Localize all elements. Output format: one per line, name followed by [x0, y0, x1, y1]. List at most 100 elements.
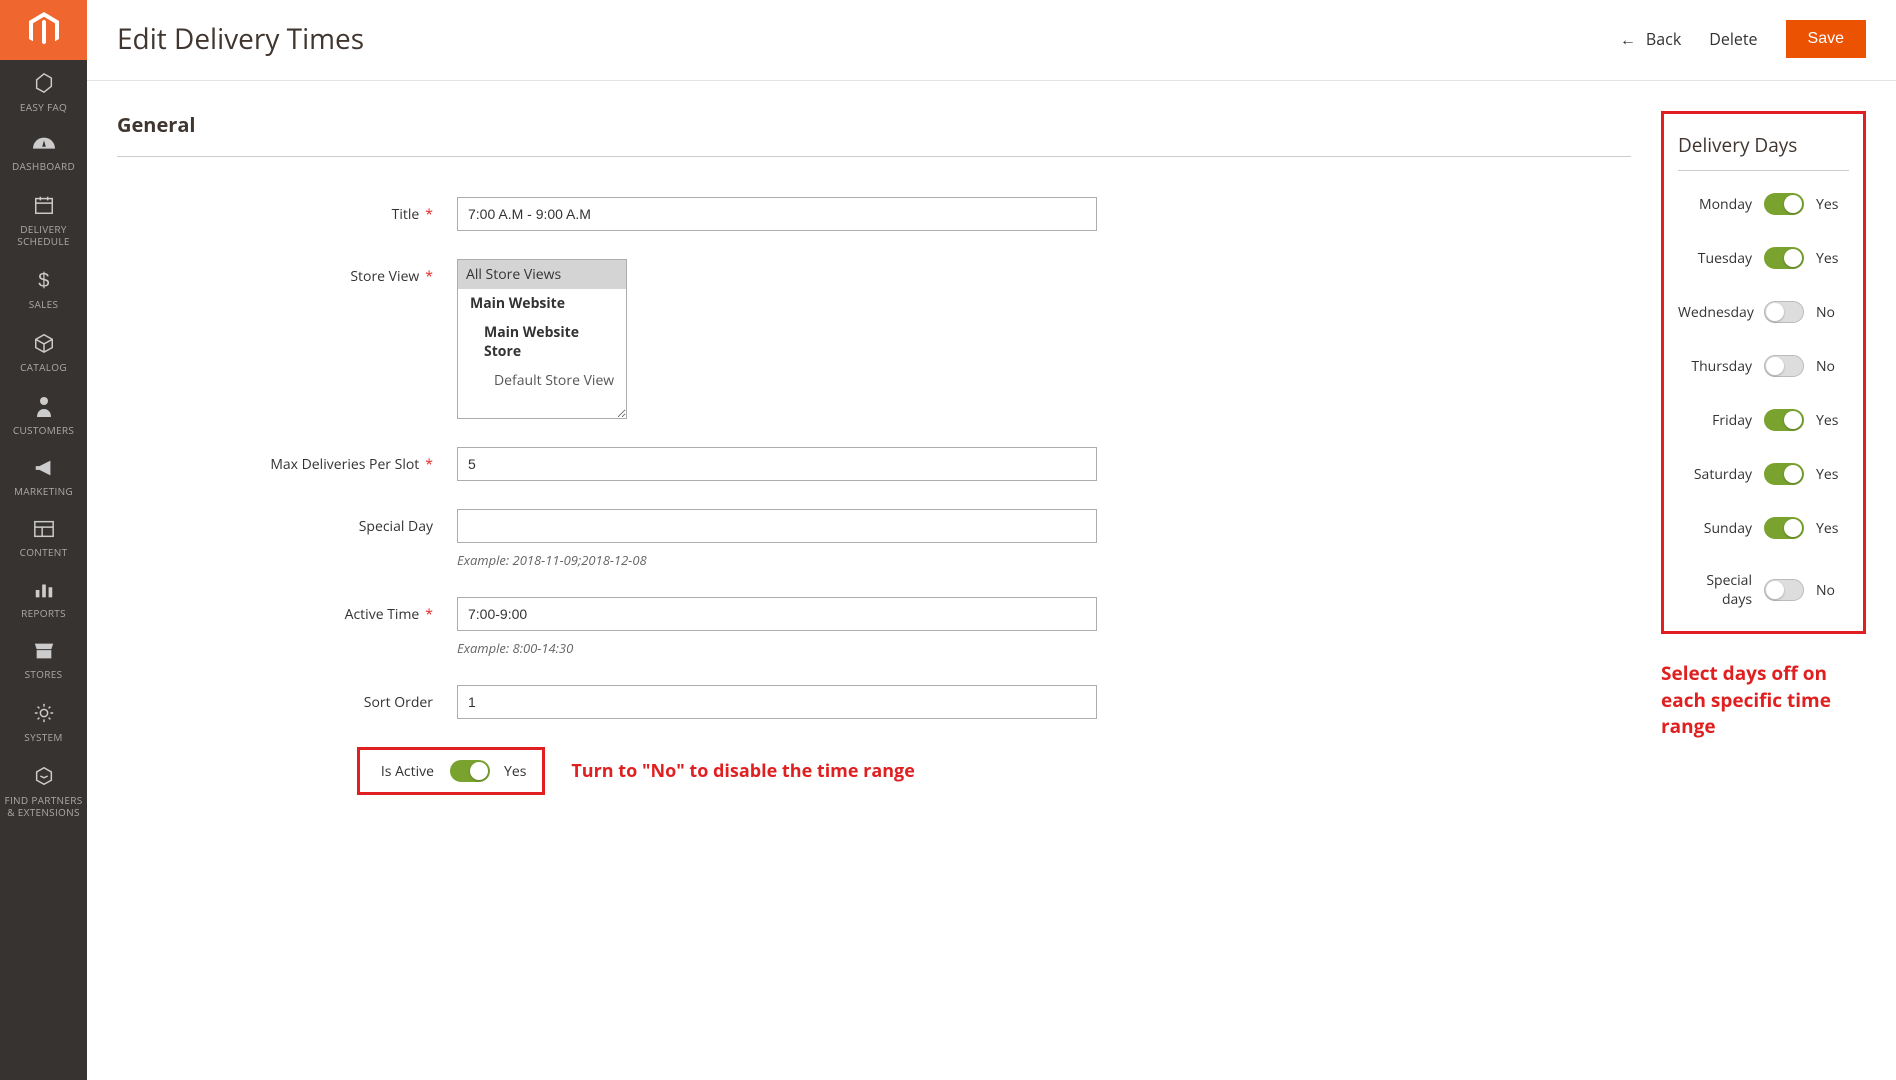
sidebar-item-delivery-schedule[interactable]: DELIVERY SCHEDULE: [0, 182, 87, 257]
save-button[interactable]: Save: [1786, 20, 1866, 58]
general-panel: General Title* Store View* All Store Vie…: [117, 111, 1631, 823]
day-value: Yes: [1816, 195, 1838, 214]
calendar-icon: [4, 194, 83, 219]
sidebar-item-dashboard[interactable]: DASHBOARD: [0, 123, 87, 182]
page-title: Edit Delivery Times: [117, 20, 1620, 58]
page-header: Edit Delivery Times ← Back Delete Save: [87, 0, 1896, 81]
day-toggle[interactable]: [1764, 463, 1804, 485]
specialday-input[interactable]: [457, 509, 1097, 543]
sidebar-label: FIND PARTNERS & EXTENSIONS: [4, 794, 83, 818]
day-value: Yes: [1816, 249, 1838, 268]
delivery-day-row: Friday Yes: [1678, 409, 1849, 431]
partners-icon: [4, 765, 83, 790]
day-toggle[interactable]: [1764, 517, 1804, 539]
day-value: Yes: [1816, 465, 1838, 484]
sidebar-item-marketing[interactable]: MARKETING: [0, 446, 87, 507]
megaphone-icon: [4, 458, 83, 481]
sidebar-item-sales[interactable]: $ SALES: [0, 257, 87, 320]
row-specialday: Special Day Example: 2018-11-09;2018-12-…: [117, 509, 1631, 569]
day-label: Friday: [1678, 411, 1764, 430]
annotation-isactive: Turn to "No" to disable the time range: [571, 759, 914, 783]
main-content: Edit Delivery Times ← Back Delete Save G…: [87, 0, 1896, 863]
sidebar-label: SALES: [4, 298, 83, 310]
gauge-icon: [4, 135, 83, 156]
storeview-select[interactable]: All Store Views Main Website Main Websit…: [457, 259, 627, 419]
sidebar-label: EASY FAQ: [4, 101, 83, 113]
activetime-example: Example: 8:00-14:30: [457, 639, 1097, 657]
day-toggle[interactable]: [1764, 409, 1804, 431]
row-storeview: Store View* All Store Views Main Website…: [117, 259, 1631, 419]
storefront-icon: [4, 641, 83, 664]
bar-chart-icon: [4, 580, 83, 603]
isactive-toggle[interactable]: [450, 760, 490, 782]
day-label: Sunday: [1678, 519, 1764, 538]
isactive-value: Yes: [504, 762, 526, 781]
day-toggle[interactable]: [1764, 193, 1804, 215]
store-option[interactable]: Default Store View: [458, 366, 626, 395]
day-toggle[interactable]: [1764, 301, 1804, 323]
day-label: Monday: [1678, 195, 1764, 214]
sidebar-item-customers[interactable]: CUSTOMERS: [0, 383, 87, 446]
layout-icon: [4, 519, 83, 542]
dollar-icon: $: [4, 269, 83, 294]
delivery-days-title: Delivery Days: [1678, 132, 1849, 171]
delivery-day-row: Thursday No: [1678, 355, 1849, 377]
sidebar-label: CUSTOMERS: [4, 424, 83, 436]
right-column: Delivery Days Monday Yes Tuesday Yes Wednesd…: [1661, 111, 1866, 740]
sidebar-item-system[interactable]: SYSTEM: [0, 690, 87, 753]
sidebar-label: MARKETING: [4, 485, 83, 497]
row-activetime: Active Time* Example: 8:00-14:30: [117, 597, 1631, 657]
day-value: Yes: [1816, 411, 1838, 430]
section-title-general: General: [117, 111, 1631, 157]
day-toggle[interactable]: [1764, 355, 1804, 377]
delete-button[interactable]: Delete: [1709, 28, 1757, 50]
sidebar-item-stores[interactable]: STORES: [0, 629, 87, 690]
sidebar-item-content[interactable]: CONTENT: [0, 507, 87, 568]
hexagon-icon: [4, 72, 83, 97]
content-wrapper: General Title* Store View* All Store Vie…: [87, 81, 1896, 863]
label-activetime: Active Time*: [117, 597, 457, 624]
day-toggle[interactable]: [1764, 247, 1804, 269]
day-value: No: [1816, 581, 1835, 600]
delivery-day-row: Special daysNo: [1678, 571, 1849, 609]
isactive-highlight: Is Active Yes: [357, 747, 545, 795]
maxdeliveries-input[interactable]: [457, 447, 1097, 481]
store-option[interactable]: Main Website Store: [458, 318, 626, 366]
day-value: No: [1816, 303, 1835, 322]
box-icon: [4, 332, 83, 357]
magento-logo[interactable]: [0, 0, 87, 60]
header-actions: ← Back Delete Save: [1620, 20, 1866, 58]
sidebar-item-reports[interactable]: REPORTS: [0, 568, 87, 629]
title-input[interactable]: [457, 197, 1097, 231]
activetime-input[interactable]: [457, 597, 1097, 631]
sidebar-label: DASHBOARD: [4, 160, 83, 172]
label-specialday: Special Day: [117, 509, 457, 536]
store-option[interactable]: All Store Views: [458, 260, 626, 289]
sidebar-item-easyfaq[interactable]: EASY FAQ: [0, 60, 87, 123]
row-maxdeliveries: Max Deliveries Per Slot*: [117, 447, 1631, 481]
person-icon: [4, 395, 83, 420]
day-toggle[interactable]: [1764, 579, 1804, 601]
magento-icon: [28, 12, 60, 48]
day-value: Yes: [1816, 519, 1838, 538]
sidebar-label: STORES: [4, 668, 83, 680]
day-value: No: [1816, 357, 1835, 376]
delivery-days-panel: Delivery Days Monday Yes Tuesday Yes Wednesd…: [1661, 111, 1866, 634]
back-button[interactable]: ← Back: [1620, 28, 1681, 50]
row-isactive: Is Active Yes Turn to "No" to disable th…: [117, 747, 1631, 795]
store-option[interactable]: Main Website: [458, 289, 626, 318]
day-label: Saturday: [1678, 465, 1764, 484]
delivery-day-row: Sunday Yes: [1678, 517, 1849, 539]
delivery-day-row: WednesdayNo: [1678, 301, 1849, 323]
sidebar-item-catalog[interactable]: CATALOG: [0, 320, 87, 383]
day-label: Thursday: [1678, 357, 1764, 376]
day-label: Tuesday: [1678, 249, 1764, 268]
delivery-day-row: Monday Yes: [1678, 193, 1849, 215]
sidebar-item-partners[interactable]: FIND PARTNERS & EXTENSIONS: [0, 753, 87, 828]
back-label: Back: [1646, 28, 1681, 50]
delivery-day-row: Saturday Yes: [1678, 463, 1849, 485]
sortorder-input[interactable]: [457, 685, 1097, 719]
gear-icon: [4, 702, 83, 727]
sidebar-label: REPORTS: [4, 607, 83, 619]
specialday-example: Example: 2018-11-09;2018-12-08: [457, 551, 1097, 569]
